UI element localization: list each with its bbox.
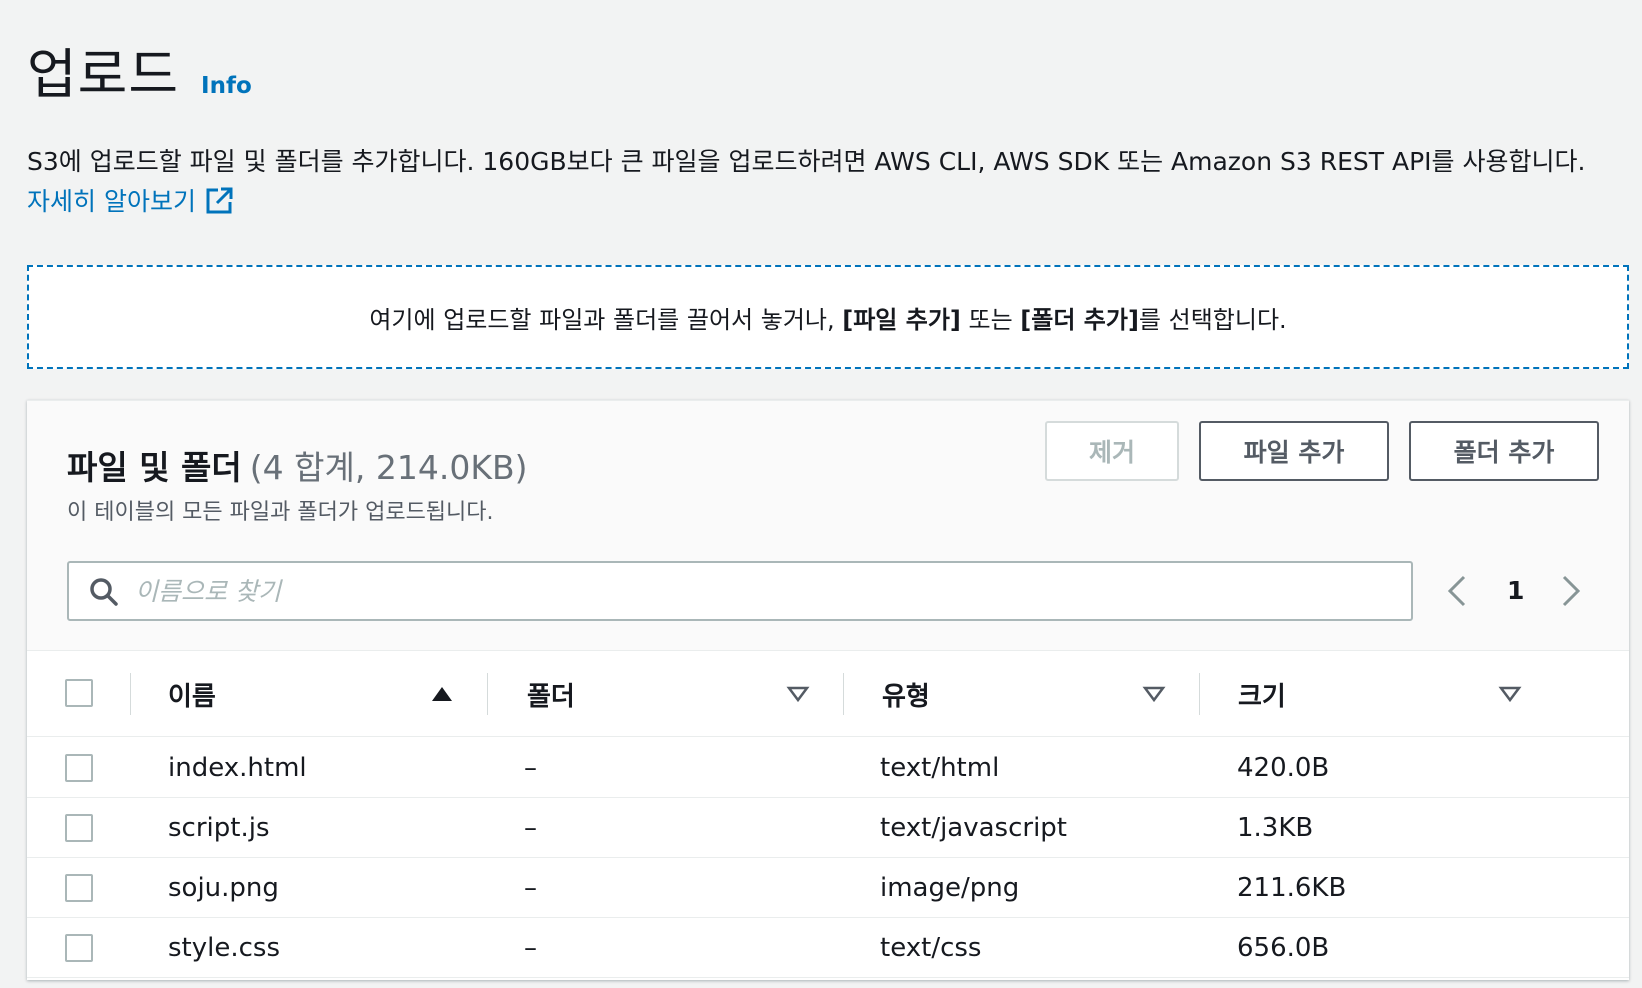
- column-header-name[interactable]: 이름: [168, 651, 468, 737]
- column-label: 이름: [168, 681, 216, 712]
- cell-folder: –: [524, 753, 537, 783]
- column-divider: [130, 673, 131, 715]
- search-box[interactable]: [67, 561, 1413, 621]
- table-row[interactable]: index.html – text/html 420.0B: [27, 738, 1629, 798]
- add-folder-button[interactable]: 폴더 추가: [1409, 421, 1599, 481]
- sort-descending-icon[interactable]: [786, 685, 810, 707]
- search-icon: [89, 577, 119, 611]
- panel-title-text: 파일 및 폴더: [67, 448, 242, 487]
- cell-size: 420.0B: [1237, 753, 1330, 783]
- panel-count: (4 합계, 214.0KB): [249, 448, 528, 487]
- chevron-left-icon[interactable]: [1445, 574, 1469, 612]
- current-page[interactable]: 1: [1507, 576, 1524, 605]
- cell-name: script.js: [168, 813, 270, 843]
- external-link-icon: [204, 186, 234, 228]
- sort-ascending-icon[interactable]: [430, 685, 454, 707]
- column-header-folder[interactable]: 폴더: [527, 651, 827, 737]
- panel-title: 파일 및 폴더 (4 합계, 214.0KB): [67, 441, 527, 489]
- row-checkbox[interactable]: [65, 874, 93, 902]
- page-description: S3에 업로드할 파일 및 폴더를 추가합니다. 160GB보다 큰 파일을 업…: [27, 142, 1607, 228]
- cell-type: text/javascript: [880, 813, 1068, 843]
- cell-size: 656.0B: [1237, 933, 1330, 963]
- sort-descending-icon[interactable]: [1142, 685, 1166, 707]
- add-files-button[interactable]: 파일 추가: [1199, 421, 1389, 481]
- cell-type: text/css: [880, 933, 982, 963]
- select-all-checkbox[interactable]: [65, 679, 93, 707]
- column-label: 크기: [1238, 681, 1286, 712]
- cell-type: text/html: [880, 753, 1000, 783]
- panel-header: 파일 및 폴더 (4 합계, 214.0KB) 이 테이블의 모든 파일과 폴더가…: [27, 401, 1629, 651]
- column-divider: [843, 673, 844, 715]
- dropzone-add-folder: [폴더 추가]: [1020, 305, 1139, 334]
- upload-dropzone[interactable]: 여기에 업로드할 파일과 폴더를 끌어서 놓거나, [파일 추가] 또는 [폴더…: [27, 265, 1629, 369]
- cell-size: 1.3KB: [1237, 813, 1314, 843]
- files-folders-panel: 파일 및 폴더 (4 합계, 214.0KB) 이 테이블의 모든 파일과 폴더가…: [27, 400, 1629, 980]
- column-header-type[interactable]: 유형: [882, 651, 1182, 737]
- description-text: S3에 업로드할 파일 및 폴더를 추가합니다. 160GB보다 큰 파일을 업…: [27, 147, 1586, 176]
- column-label: 폴더: [527, 681, 575, 712]
- learn-more-link[interactable]: 자세히 알아보기: [27, 187, 234, 216]
- cell-name: soju.png: [168, 873, 279, 903]
- page-header: 업로드 Info: [27, 30, 252, 109]
- cell-type: image/png: [880, 873, 1020, 903]
- dropzone-suffix: 를 선택합니다.: [1138, 305, 1287, 334]
- remove-button[interactable]: 제거: [1045, 421, 1179, 481]
- page-title: 업로드: [27, 43, 180, 106]
- dropzone-text: 여기에 업로드할 파일과 폴더를 끌어서 놓거나, [파일 추가] 또는 [폴더…: [369, 300, 1286, 335]
- table-row[interactable]: soju.png – image/png 211.6KB: [27, 858, 1629, 918]
- info-link[interactable]: Info: [201, 73, 252, 99]
- cell-name: index.html: [168, 753, 307, 783]
- table-header: 이름 폴더 유형 크기: [27, 651, 1629, 737]
- cell-name: style.css: [168, 933, 280, 963]
- cell-size: 211.6KB: [1237, 873, 1347, 903]
- dropzone-prefix: 여기에 업로드할 파일과 폴더를 끌어서 놓거나,: [369, 305, 843, 334]
- table-row[interactable]: script.js – text/javascript 1.3KB: [27, 798, 1629, 858]
- row-checkbox[interactable]: [65, 934, 93, 962]
- cell-folder: –: [524, 813, 537, 843]
- panel-description: 이 테이블의 모든 파일과 폴더가 업로드됩니다.: [67, 500, 494, 525]
- cell-folder: –: [524, 933, 537, 963]
- chevron-right-icon[interactable]: [1559, 574, 1583, 612]
- cell-folder: –: [524, 873, 537, 903]
- dropzone-add-files: [파일 추가]: [842, 305, 961, 334]
- dropzone-middle: 또는: [960, 305, 1021, 334]
- column-label: 유형: [882, 681, 930, 712]
- row-checkbox[interactable]: [65, 754, 93, 782]
- search-input[interactable]: [135, 569, 1395, 613]
- column-divider: [1199, 673, 1200, 715]
- column-divider: [487, 673, 488, 715]
- column-header-size[interactable]: 크기: [1238, 651, 1538, 737]
- row-checkbox[interactable]: [65, 814, 93, 842]
- table-row[interactable]: style.css – text/css 656.0B: [27, 918, 1629, 978]
- sort-descending-icon[interactable]: [1498, 685, 1522, 707]
- learn-more-label: 자세히 알아보기: [27, 187, 196, 216]
